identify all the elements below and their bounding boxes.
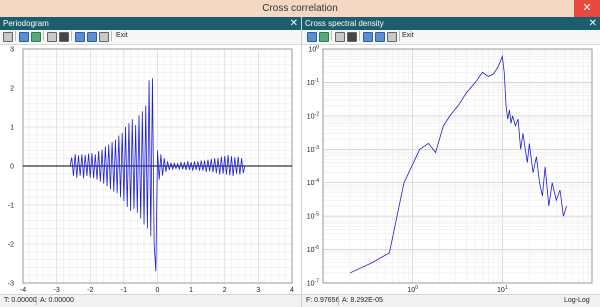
window-title: Cross correlation: [262, 3, 338, 14]
x-tick-label: 100: [407, 285, 418, 294]
cross-spectral-statusbar: F: 0.97656 A: 8.292E-05 Log-Log: [302, 294, 600, 307]
y-tick-label: 10-4: [307, 178, 319, 187]
window-titlebar: Cross correlation ✕: [0, 0, 600, 17]
exit-button[interactable]: Exit: [116, 32, 128, 39]
y-tick-label: 100: [308, 45, 319, 54]
amplitude-readout: A: 8.292E-05: [342, 297, 383, 304]
export-icon[interactable]: [19, 32, 29, 42]
cross-spectral-close-button[interactable]: ✕: [589, 17, 597, 30]
toolbar-separator: [399, 31, 400, 41]
grid-icon[interactable]: [3, 32, 13, 42]
x-tick-label: 1: [189, 287, 193, 294]
exit-button[interactable]: Exit: [402, 32, 414, 39]
status-separator: [338, 296, 339, 305]
y-tick-label: 10-3: [307, 145, 319, 154]
periodogram-title: Periodogram: [3, 19, 49, 28]
amplitude-readout: A: 0.00000: [40, 297, 74, 304]
copy-icon[interactable]: [363, 32, 373, 42]
x-tick-label: -2: [87, 287, 93, 294]
status-separator: [36, 296, 37, 305]
x-tick-label: 4: [290, 287, 294, 294]
y-tick-label: -2: [8, 242, 14, 249]
x-tick-label: -1: [121, 287, 127, 294]
toolbar-separator: [43, 31, 44, 41]
y-tick-label: 10-5: [307, 212, 319, 221]
y-tick-label: -3: [8, 281, 14, 288]
print-icon[interactable]: [387, 32, 397, 42]
print-icon[interactable]: [99, 32, 109, 42]
settings-icon[interactable]: [347, 32, 357, 42]
x-tick-label: 2: [223, 287, 227, 294]
y-tick-label: 1: [10, 125, 14, 132]
y-tick-label: 10-6: [307, 245, 319, 254]
cross-spectral-plot[interactable]: 100 101 100 10-1 10-2 10-3 10-4 10-5 10-6 10-7: [302, 45, 600, 294]
periodogram-header: Periodogram ✕: [0, 17, 301, 30]
spectrum-series-line: [349, 54, 567, 274]
window-close-button[interactable]: ✕: [574, 0, 600, 17]
x-tick-label: 3: [256, 287, 260, 294]
toolbar-separator: [331, 31, 332, 41]
y-tick-label: -1: [8, 203, 14, 210]
cross-spectral-header: Cross spectral density ✕: [302, 17, 600, 30]
cross-spectral-title: Cross spectral density: [305, 19, 384, 28]
color-icon[interactable]: [31, 32, 41, 42]
y-tick-label: 10-2: [307, 111, 319, 120]
toolbar-separator: [71, 31, 72, 41]
x-tick-label: 101: [497, 285, 508, 294]
y-tick-label: 2: [10, 86, 14, 93]
scale-mode-readout[interactable]: Log-Log: [564, 297, 590, 304]
toolbar-separator: [359, 31, 360, 41]
x-tick-label: -4: [20, 287, 26, 294]
x-tick-label: -3: [54, 287, 60, 294]
toolbar-separator: [15, 31, 16, 41]
zoom-icon[interactable]: [335, 32, 345, 42]
y-tick-label: 3: [10, 47, 14, 54]
print-preview-icon[interactable]: [375, 32, 385, 42]
y-tick-label: 0: [10, 164, 14, 171]
frequency-readout: F: 0.97656: [306, 297, 340, 304]
periodogram-statusbar: T: 0.00000 A: 0.00000: [0, 294, 301, 307]
export-icon[interactable]: [307, 32, 317, 42]
cross-spectral-toolbar: Exit: [302, 30, 600, 45]
periodogram-panel: Periodogram ✕ Exit -4 -3 -2 -1 0 1 2 3 4 3 2 1 0 -1 -2…: [0, 17, 302, 307]
y-tick-label: 10-7: [307, 279, 319, 288]
time-readout: T: 0.00000: [4, 297, 37, 304]
cross-spectral-panel: Cross spectral density ✕ Exit 100 101 100 1…: [302, 17, 600, 307]
copy-icon[interactable]: [75, 32, 85, 42]
x-tick-label: 0: [156, 287, 160, 294]
zoom-icon[interactable]: [47, 32, 57, 42]
y-tick-label: 10-1: [307, 78, 319, 87]
color-icon[interactable]: [319, 32, 329, 42]
toolbar-separator: [111, 31, 112, 41]
periodogram-plot[interactable]: -4 -3 -2 -1 0 1 2 3 4 3 2 1 0 -1 -2 -3: [0, 45, 301, 295]
periodogram-close-button[interactable]: ✕: [290, 17, 298, 30]
settings-icon[interactable]: [59, 32, 69, 42]
periodogram-toolbar: Exit: [0, 30, 301, 45]
print-preview-icon[interactable]: [87, 32, 97, 42]
